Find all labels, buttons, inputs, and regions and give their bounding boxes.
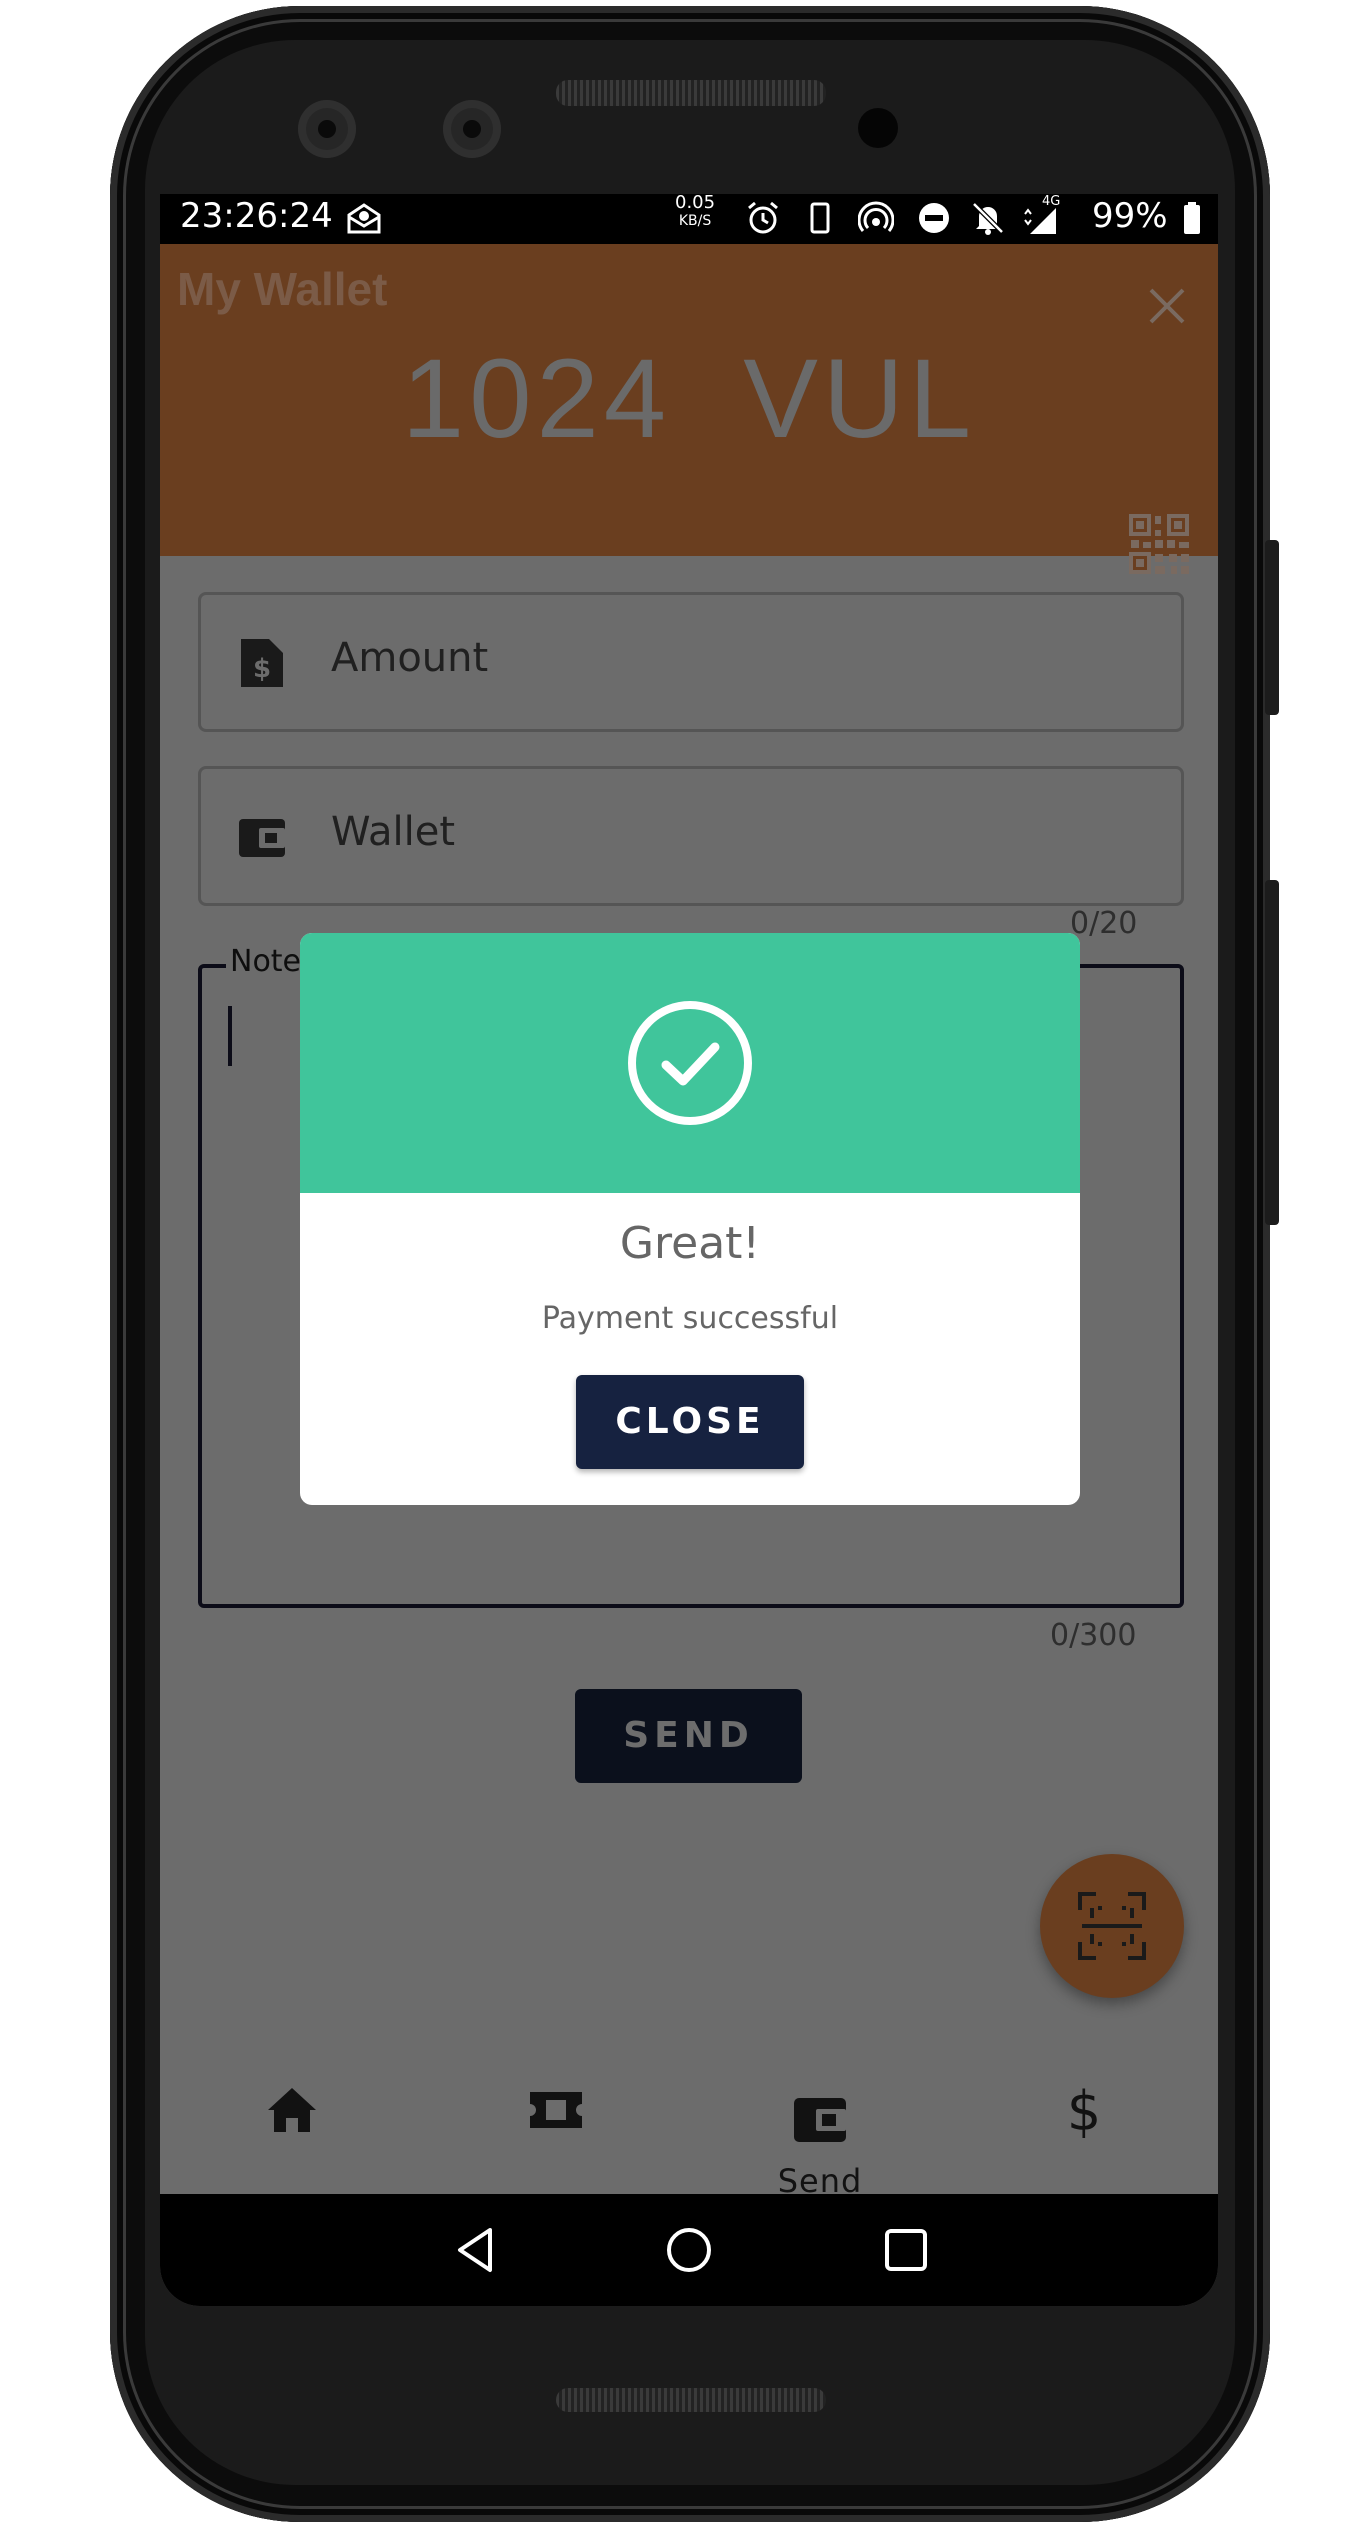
proximity-sensor [858,108,898,148]
dialog-message: Payment successful [541,1301,839,1336]
bottom-speaker [556,2388,826,2412]
back-icon[interactable] [448,2222,504,2278]
battery-icon [1184,202,1200,234]
dollar-icon: $ [1067,2082,1101,2138]
scan-fab-button[interactable] [1040,1854,1184,1998]
scan-icon [1078,1892,1146,1960]
close-icon[interactable] [1145,284,1189,328]
network-speed: 0.05 KB/S [675,194,716,229]
power-button [1265,540,1279,715]
battery-percent: 99% [1092,196,1168,236]
status-time: 23:26:24 [180,196,333,236]
hotspot-icon [858,201,894,232]
wallet-balance: 1024 VUL [401,336,977,461]
home-icon [268,2088,316,2132]
status-bar: 23:26:24 0.05 KB/S 4G 99% [160,194,1218,244]
amount-field[interactable]: $ Amount [198,592,1184,732]
close-button[interactable]: CLOSE [576,1375,804,1469]
front-camera-right [443,100,501,158]
recents-icon[interactable] [878,2222,934,2278]
phone-vibrate-icon [810,202,830,234]
alarm-icon [748,201,778,234]
wallet-placeholder: Wallet [331,809,456,855]
home-circle-icon[interactable] [661,2222,717,2278]
ticket-icon [530,2092,582,2128]
svg-text:$: $ [1067,2082,1101,2138]
svg-text:$: $ [253,654,271,684]
do-not-disturb-icon [919,203,949,233]
check-circle-icon [628,1001,752,1125]
network-type: 4G [1042,194,1061,209]
payment-success-dialog: Great! Payment successful CLOSE [300,933,1080,1505]
note-char-counter: 0/300 [1050,1618,1137,1653]
wallet-char-counter: 0/20 [1070,906,1138,941]
wallet-field[interactable]: Wallet [198,766,1184,906]
volume-button [1265,880,1279,1225]
wallet-icon [794,2098,846,2142]
qr-code-icon[interactable] [1127,512,1191,576]
mail-icon [347,203,381,234]
system-navigation-bar [160,2194,1218,2306]
front-camera-left [298,100,356,158]
wallet-header: My Wallet 1024 VUL [160,244,1218,574]
wallet-icon [239,819,285,857]
dialog-header [300,933,1080,1193]
earpiece-speaker [556,80,826,106]
dialog-title: Great! [619,1218,761,1269]
text-cursor [228,1006,232,1066]
amount-placeholder: Amount [331,635,489,681]
notifications-off-icon [972,202,1004,235]
page-title: My Wallet [177,263,388,315]
send-button[interactable]: SEND [575,1689,802,1783]
note-label: Note [226,944,306,979]
invoice-dollar-icon: $ [241,639,283,687]
